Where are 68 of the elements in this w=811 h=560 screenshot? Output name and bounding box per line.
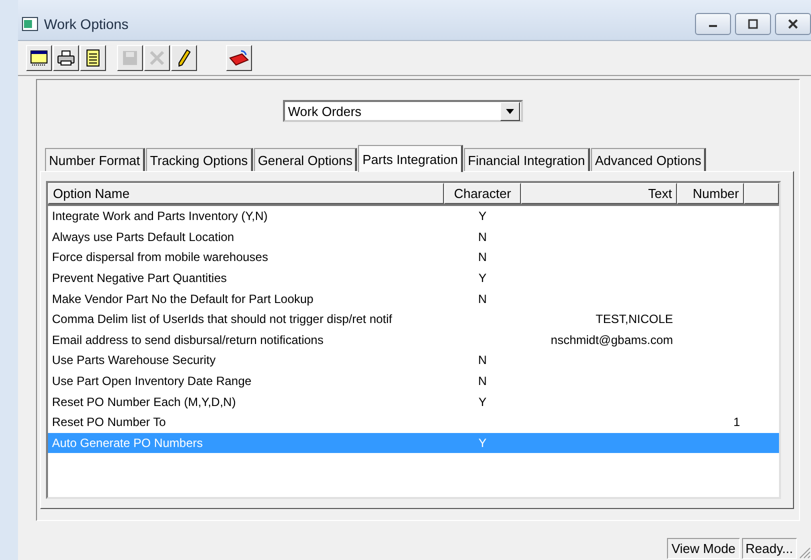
tab[interactable]: General Options (254, 148, 358, 171)
table-cell: Auto Generate PO Numbers (52, 436, 203, 450)
table-cell: N (478, 230, 487, 244)
table-cell: Make Vendor Part No the Default for Part Lookup (52, 292, 314, 306)
table-cell: Y (478, 271, 486, 286)
close-icon (787, 19, 799, 29)
exit-icon (229, 49, 249, 67)
table-row[interactable]: Reset PO Number Each (M,Y,D,N) Y (48, 391, 779, 412)
table-cell: Reset PO Number To (52, 415, 166, 430)
resize-grip-icon (797, 545, 811, 559)
window-title: Work Options (44, 16, 130, 32)
table-cell: nschmidt@gbams.com (550, 332, 673, 347)
status-panel: View Mode (667, 538, 740, 559)
table-row[interactable]: Comma Delim list of UserIds that should not trigger disp/ret notif TEST,NICOLE (48, 308, 779, 330)
toolbar-button[interactable] (171, 45, 197, 71)
column-header[interactable]: Number (677, 183, 744, 204)
table-cell: Reset PO Number Each (M,Y,D,N) (52, 394, 236, 409)
table-cell: Prevent Negative Part Quantities (52, 271, 227, 286)
pencil-icon (177, 49, 191, 67)
column-header[interactable]: Character (444, 183, 521, 204)
toolbar-button[interactable] (53, 45, 79, 71)
window-icon (30, 50, 48, 66)
table-cell: Integrate Work and Parts Inventory (Y,N) (52, 209, 268, 224)
table-cell: Comma Delim list of UserIds that should not trigger disp/ret notif (52, 312, 392, 326)
toolbar-button[interactable] (26, 45, 52, 71)
table-cell: Use Part Open Inventory Date Range (52, 374, 252, 388)
toolbar-button[interactable] (226, 45, 252, 71)
table-row[interactable]: Email address to send disbursal/return notifications nschmidt@gbams.com (48, 330, 779, 350)
table-cell: TEST,NICOLE (596, 312, 673, 326)
table-cell: N (478, 374, 487, 388)
table-row[interactable]: Integrate Work and Parts Inventory (Y,N) Y (48, 206, 779, 227)
table-cell: Y (478, 394, 486, 409)
table-row[interactable]: Always use Parts Default Location N (48, 226, 779, 248)
tab[interactable]: Advanced Options (590, 148, 706, 171)
table-cell: 1 (733, 415, 740, 430)
table-cell: N (478, 353, 487, 368)
table-cell: N (478, 292, 487, 306)
table-row[interactable]: Reset PO Number To 1 (48, 412, 779, 433)
table-cell: Force dispersal from mobile warehouses (52, 250, 268, 264)
table-cell: Email address to send disbursal/return notifications (52, 332, 324, 347)
tab[interactable]: Financial Integration (464, 148, 590, 171)
table-cell: Y (478, 436, 486, 450)
column-header[interactable]: Option Name (48, 183, 444, 204)
tab[interactable]: Parts Integration (358, 145, 463, 172)
table-row[interactable]: Prevent Negative Part Quantities Y (48, 268, 779, 288)
toolbar-button[interactable] (80, 45, 106, 71)
printer-icon (57, 50, 75, 66)
table-row[interactable]: Force dispersal from mobile warehouses N (48, 247, 779, 268)
document-icon (85, 49, 101, 67)
tab[interactable]: Number Format (45, 148, 146, 171)
module-dropdown[interactable]: Work Orders (283, 100, 523, 122)
column-header[interactable]: Text (521, 183, 677, 204)
table-cell: Y (478, 209, 486, 224)
minimize-button[interactable] (695, 13, 731, 35)
table-cell: Always use Parts Default Location (52, 230, 234, 244)
table-cell: Use Parts Warehouse Security (52, 353, 216, 368)
table-row[interactable]: Use Part Open Inventory Date Range N (48, 370, 779, 392)
dropdown-arrow-icon (506, 108, 514, 114)
tab[interactable]: Tracking Options (146, 148, 253, 171)
window-icon (22, 17, 38, 31)
x-icon (149, 50, 165, 66)
status-panel: Ready... (742, 538, 797, 559)
restore-button[interactable] (735, 13, 771, 35)
restore-icon (748, 19, 758, 29)
close-button[interactable] (775, 13, 811, 35)
table-row[interactable]: Make Vendor Part No the Default for Part Lookup N (48, 288, 779, 309)
table-cell: N (478, 250, 487, 264)
table-row[interactable]: Use Parts Warehouse Security N (48, 350, 779, 371)
